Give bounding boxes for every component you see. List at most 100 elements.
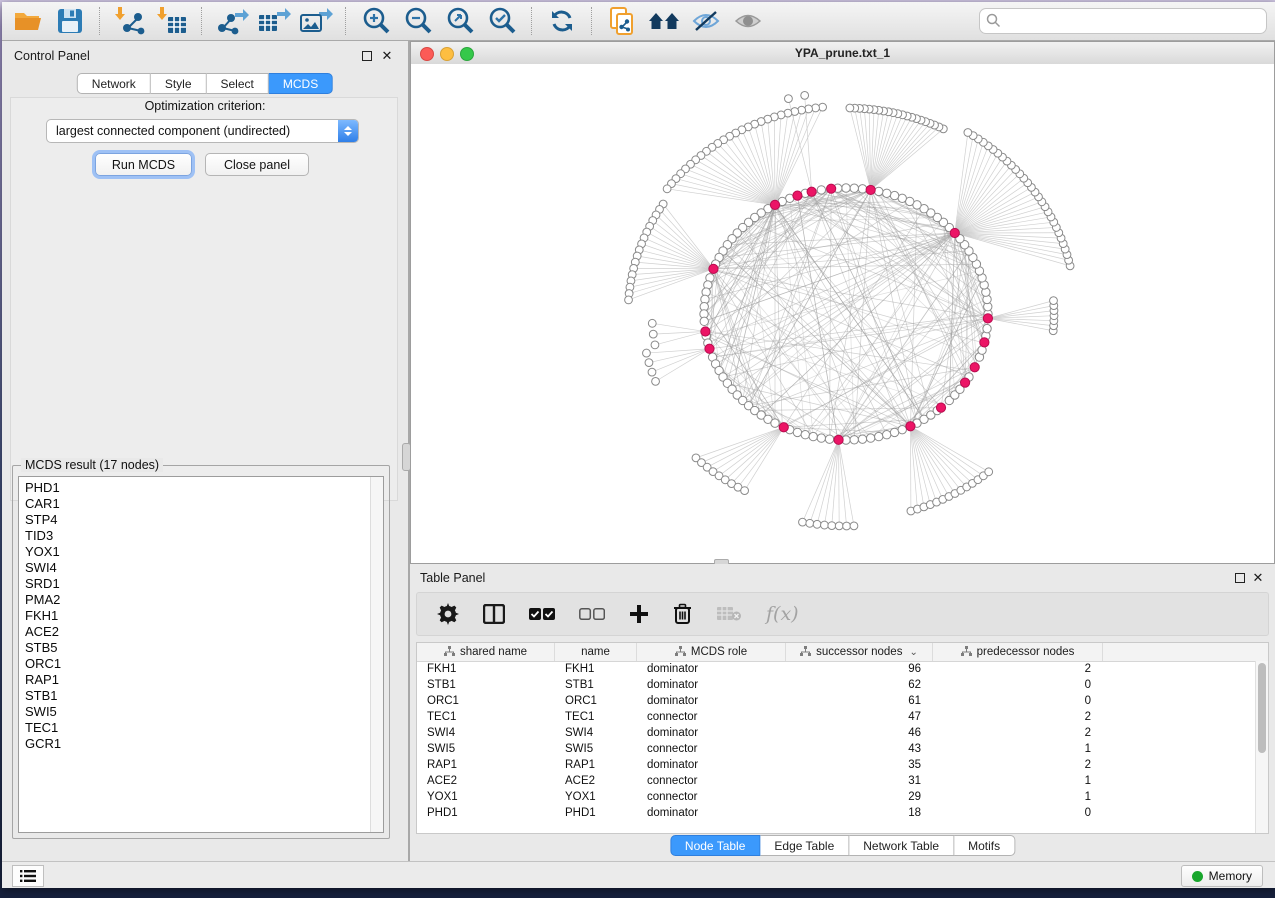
mcds-result-item[interactable]: CAR1 [25, 496, 370, 512]
mcds-hub-node[interactable] [807, 187, 816, 196]
table-row[interactable]: STB1STB1dominator620 [417, 677, 1256, 693]
mcds-result-item[interactable]: ORC1 [25, 656, 370, 672]
graph-leaf-node[interactable] [652, 377, 660, 385]
tab-select[interactable]: Select [207, 73, 269, 94]
mcds-result-item[interactable]: SWI5 [25, 704, 370, 720]
graph-leaf-node[interactable] [964, 129, 972, 137]
graph-node[interactable] [890, 428, 898, 436]
memory-button[interactable]: Memory [1181, 865, 1263, 887]
table-row[interactable]: ACE2ACE2connector311 [417, 773, 1256, 789]
graph-leaf-node[interactable] [985, 468, 993, 476]
graph-node[interactable] [809, 432, 817, 440]
mcds-hub-node[interactable] [827, 184, 836, 193]
graph-node[interactable] [898, 194, 906, 202]
gear-icon[interactable] [437, 601, 459, 627]
mcds-result-item[interactable]: SRD1 [25, 576, 370, 592]
split-pane-icon[interactable] [483, 601, 505, 627]
duplicate-network-icon[interactable] [604, 6, 640, 36]
export-network-icon[interactable] [214, 6, 250, 36]
tab-network[interactable]: Network [77, 73, 151, 94]
tab-mcds[interactable]: MCDS [269, 73, 333, 94]
graph-leaf-node[interactable] [846, 104, 854, 112]
graph-leaf-node[interactable] [648, 368, 656, 376]
graph-node[interactable] [850, 436, 858, 444]
graph-leaf-node[interactable] [821, 521, 829, 529]
mcds-hub-node[interactable] [793, 191, 802, 200]
task-history-button[interactable] [12, 865, 44, 887]
float-table-panel-icon[interactable] [1233, 571, 1247, 584]
first-neighbors-icon[interactable] [646, 6, 682, 36]
graph-node[interactable] [866, 434, 874, 442]
mcds-hub-node[interactable] [983, 314, 992, 323]
graph-node[interactable] [875, 187, 883, 195]
tab-edge-table[interactable]: Edge Table [760, 835, 849, 856]
graph-leaf-node[interactable] [843, 522, 851, 530]
tab-style[interactable]: Style [151, 73, 207, 94]
mcds-result-item[interactable]: ACE2 [25, 624, 370, 640]
table-row[interactable]: SWI5SWI5connector431 [417, 741, 1256, 757]
graph-node[interactable] [983, 324, 991, 332]
hide-selected-eye-icon[interactable] [688, 6, 724, 36]
open-folder-icon[interactable] [10, 6, 46, 36]
graph-leaf-node[interactable] [813, 520, 821, 528]
add-column-icon[interactable] [629, 601, 649, 627]
table-row[interactable]: RAP1RAP1dominator352 [417, 757, 1256, 773]
graph-leaf-node[interactable] [651, 341, 659, 349]
close-panel-button[interactable]: Close panel [205, 153, 309, 176]
graph-leaf-node[interactable] [801, 91, 809, 99]
table-row[interactable]: TEC1TEC1connector472 [417, 709, 1256, 725]
graph-leaf-node[interactable] [625, 296, 633, 304]
save-icon[interactable] [52, 6, 88, 36]
mcds-hub-node[interactable] [906, 422, 915, 431]
mcds-hub-node[interactable] [709, 264, 718, 273]
export-image-icon[interactable] [298, 6, 334, 36]
import-table-icon[interactable] [154, 6, 190, 36]
optimization-criterion-select[interactable]: largest connected component (undirected) [46, 119, 359, 143]
mcds-result-item[interactable]: YOX1 [25, 544, 370, 560]
column-header-predecessor-nodes[interactable]: predecessor nodes [933, 643, 1103, 661]
graph-leaf-node[interactable] [645, 359, 653, 367]
search-input[interactable] [979, 8, 1267, 34]
graph-node[interactable] [817, 434, 825, 442]
graph-node[interactable] [771, 419, 779, 427]
graph-node[interactable] [700, 317, 708, 325]
table-row[interactable]: YOX1YOX1connector291 [417, 789, 1256, 805]
graph-node[interactable] [898, 425, 906, 433]
mcds-hub-node[interactable] [936, 403, 945, 412]
graph-leaf-node[interactable] [648, 319, 656, 327]
graph-node[interactable] [850, 184, 858, 192]
mcds-hub-node[interactable] [770, 200, 779, 209]
run-mcds-button[interactable]: Run MCDS [95, 153, 192, 176]
mcds-result-item[interactable]: STP4 [25, 512, 370, 528]
show-all-eye-icon[interactable] [730, 6, 766, 36]
zoom-in-icon[interactable] [358, 6, 394, 36]
graph-leaf-node[interactable] [799, 518, 807, 526]
mcds-result-item[interactable]: GCR1 [25, 736, 370, 752]
table-row[interactable]: ORC1ORC1dominator610 [417, 693, 1256, 709]
mcds-list-scrollbar[interactable] [370, 477, 383, 832]
graph-node[interactable] [801, 431, 809, 439]
zoom-out-icon[interactable] [400, 6, 436, 36]
graph-node[interactable] [875, 432, 883, 440]
column-header-mcds-role[interactable]: MCDS role [637, 643, 786, 661]
graph-leaf-node[interactable] [785, 95, 793, 103]
deselect-all-icon[interactable] [579, 601, 605, 627]
network-window-titlebar[interactable]: YPA_prune.txt_1 [411, 42, 1274, 65]
graph-leaf-node[interactable] [663, 185, 671, 193]
graph-leaf-node[interactable] [806, 519, 814, 527]
column-header-successor-nodes[interactable]: successor nodes⌄ [786, 643, 933, 661]
graph-leaf-node[interactable] [1050, 297, 1058, 305]
graph-node[interactable] [858, 435, 866, 443]
mcds-result-item[interactable]: TID3 [25, 528, 370, 544]
graph-node[interactable] [825, 435, 833, 443]
table-row[interactable]: FKH1FKH1dominator962 [417, 661, 1256, 677]
mcds-hub-node[interactable] [779, 423, 788, 432]
import-network-icon[interactable] [112, 6, 148, 36]
table-scrollbar[interactable] [1255, 661, 1268, 833]
graph-leaf-node[interactable] [741, 487, 749, 495]
graph-leaf-node[interactable] [828, 522, 836, 530]
mcds-hub-node[interactable] [970, 363, 979, 372]
delete-column-icon[interactable] [673, 601, 692, 627]
graph-node[interactable] [890, 191, 898, 199]
mcds-hub-node[interactable] [834, 435, 843, 444]
